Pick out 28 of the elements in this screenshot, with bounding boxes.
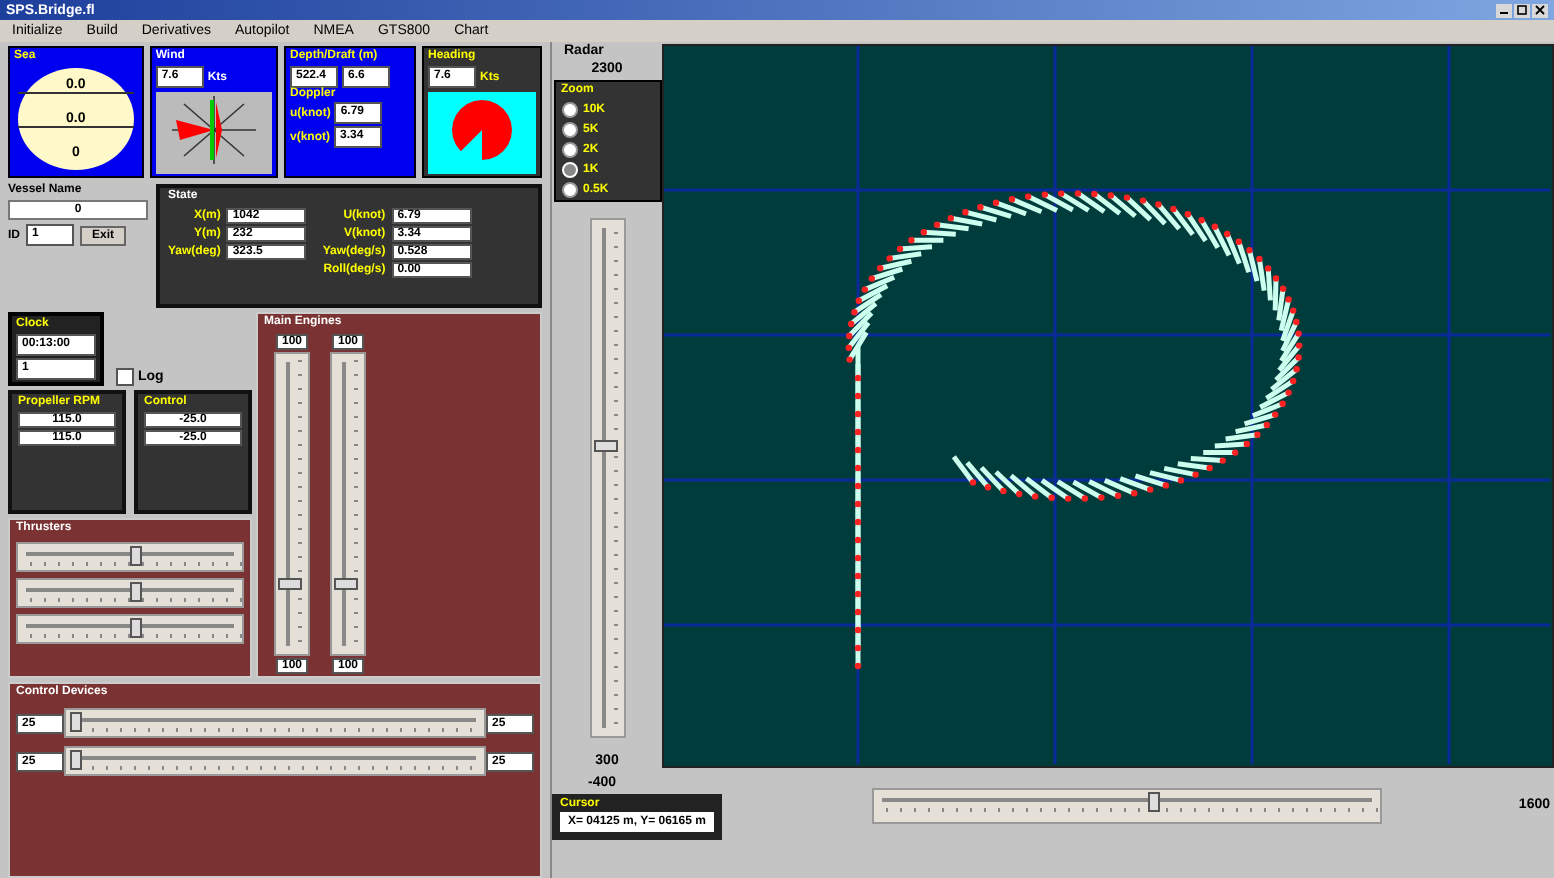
slider-thumb[interactable] — [130, 582, 143, 602]
slider[interactable] — [872, 788, 1382, 824]
log-checkbox[interactable] — [116, 368, 134, 386]
slider-thumb[interactable] — [1148, 792, 1161, 812]
vertical-slider[interactable] — [330, 352, 366, 656]
maximize-icon — [1516, 4, 1528, 16]
slider[interactable] — [64, 746, 486, 776]
radio-button[interactable] — [561, 182, 577, 198]
vertical-slider[interactable] — [589, 218, 625, 738]
slider-thumb[interactable] — [334, 577, 358, 589]
slider-thumb[interactable] — [70, 712, 83, 732]
slider[interactable] — [64, 708, 486, 738]
close-icon — [1534, 4, 1546, 16]
minimize-button[interactable] — [1496, 3, 1512, 17]
radio-button[interactable] — [561, 102, 577, 118]
slider-thumb[interactable] — [70, 750, 83, 770]
radio-button[interactable] — [561, 122, 577, 138]
vertical-slider[interactable] — [274, 352, 310, 656]
close-button[interactable] — [1532, 3, 1548, 17]
maximize-button[interactable] — [1514, 3, 1530, 17]
slider-thumb[interactable] — [278, 577, 302, 589]
slider[interactable] — [16, 578, 244, 608]
slider-thumb[interactable] — [593, 439, 617, 452]
slider-thumb[interactable] — [130, 618, 143, 638]
radio-button[interactable] — [561, 142, 577, 158]
slider-thumb[interactable] — [130, 546, 143, 566]
slider[interactable] — [16, 614, 244, 644]
slider[interactable] — [16, 542, 244, 572]
